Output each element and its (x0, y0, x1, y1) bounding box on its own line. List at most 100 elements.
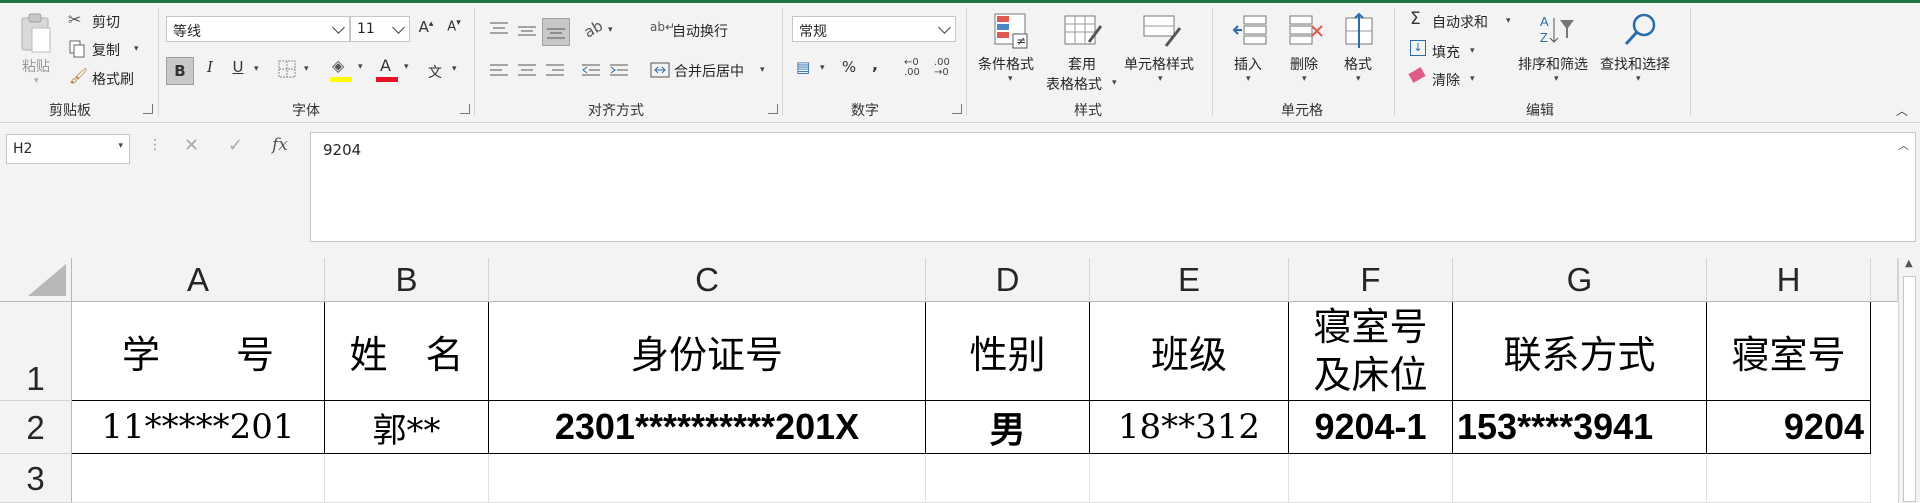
increase-indent-icon[interactable] (608, 62, 630, 80)
grow-font-button[interactable]: A▴ (414, 18, 438, 36)
column-header-b[interactable]: B (325, 258, 489, 302)
cell-d3[interactable] (926, 454, 1090, 503)
find-select-button[interactable]: 查找和选择 ▾ (1600, 10, 1680, 94)
copy-label: 复制 (92, 43, 120, 59)
copy-button[interactable]: 复制 ▾ (68, 38, 148, 60)
align-center-icon[interactable] (516, 62, 538, 80)
insert-function-button[interactable]: fx (272, 135, 288, 155)
drag-handle-icon[interactable]: ⋮ (148, 137, 162, 153)
insert-cells-button[interactable]: 插入 ▾ (1226, 10, 1274, 94)
collapse-ribbon-icon[interactable]: ︿ (1896, 102, 1908, 119)
cell-h3[interactable] (1707, 454, 1871, 503)
align-right-icon[interactable] (544, 62, 566, 80)
align-top-icon[interactable] (488, 20, 510, 38)
vertical-scrollbar[interactable]: ▲ (1898, 258, 1920, 503)
column-header-d[interactable]: D (926, 258, 1090, 302)
expand-formula-icon[interactable]: ︿ (1898, 137, 1909, 153)
column-header-f[interactable]: F (1289, 258, 1453, 302)
formula-input[interactable]: 9204 (310, 132, 1916, 242)
scroll-up-icon[interactable]: ▲ (1905, 258, 1913, 269)
font-launcher-icon[interactable] (460, 104, 470, 114)
conditional-formatting-button[interactable]: ≠ 条件格式 ▾ (976, 10, 1048, 94)
cell-b1[interactable]: 姓 名 (325, 302, 489, 401)
eraser-icon (1408, 67, 1426, 83)
row-header-3[interactable]: 3 (0, 454, 72, 503)
format-painter-button[interactable]: 🖌 格式刷 (68, 67, 148, 89)
conditional-formatting-icon: ≠ (994, 13, 1028, 49)
increase-decimal-icon[interactable]: ←0.00 (904, 58, 920, 78)
font-color-button[interactable]: A ▾ (376, 56, 416, 84)
cell-g1[interactable]: 联系方式 (1453, 302, 1707, 401)
cell-b2[interactable]: 郭** (325, 401, 489, 454)
cell-styles-button[interactable]: 单元格样式 ▾ (1124, 10, 1200, 94)
decrease-decimal-icon[interactable]: .00 →0 (934, 58, 950, 78)
insert-cells-icon (1232, 15, 1267, 45)
align-middle-icon[interactable] (516, 22, 538, 40)
cell-c1[interactable]: 身份证号 (489, 302, 926, 401)
column-header-c[interactable]: C (489, 258, 926, 302)
accounting-format-button[interactable]: ▤ ▾ (796, 58, 832, 80)
decrease-indent-icon[interactable] (580, 62, 602, 80)
column-header-h[interactable]: H (1707, 258, 1871, 302)
sort-filter-button[interactable]: A Z 排序和筛选 ▾ (1518, 10, 1598, 94)
cell-b3[interactable] (325, 454, 489, 503)
orientation-button[interactable]: ab ▾ (581, 17, 620, 42)
column-header-e[interactable]: E (1090, 258, 1289, 302)
merge-center-button[interactable]: 合并后居中 ▾ (650, 60, 770, 82)
number-launcher-icon[interactable] (952, 104, 962, 114)
cell-d1[interactable]: 性别 (926, 302, 1090, 401)
shrink-font-button[interactable]: A▾ (442, 18, 466, 34)
column-header-a[interactable]: A (72, 258, 325, 302)
enter-icon[interactable]: ✓ (228, 135, 243, 156)
align-bottom-icon (547, 28, 565, 39)
cell-c3[interactable] (489, 454, 926, 503)
font-size-combo[interactable]: 11 (350, 16, 410, 42)
row-header-2[interactable]: 2 (0, 401, 72, 454)
fill-color-button[interactable]: ◈ ▾ (330, 56, 370, 84)
cell-d2[interactable]: 男 (926, 401, 1090, 454)
autosum-button[interactable]: Σ 自动求和 ▾ (1408, 9, 1518, 32)
clipboard-launcher-icon[interactable] (143, 104, 153, 114)
cell-e2[interactable]: 18**312 (1090, 401, 1289, 454)
border-button[interactable]: ▾ (278, 60, 314, 80)
percent-button[interactable]: % (838, 58, 860, 76)
comma-button[interactable]: , (866, 56, 884, 74)
cell-a1[interactable]: 学 号 (72, 302, 325, 401)
cell-a2[interactable]: 11*****201 (72, 401, 325, 454)
cell-h1[interactable]: 寝室号 (1707, 302, 1871, 401)
align-bottom-button[interactable] (542, 18, 570, 46)
row-header-1[interactable]: 1 (0, 302, 72, 401)
cell-e1[interactable]: 班级 (1090, 302, 1289, 401)
cell-e3[interactable] (1090, 454, 1289, 503)
delete-cells-button[interactable]: 删除 ▾ (1282, 10, 1330, 94)
italic-button[interactable]: I (198, 58, 222, 76)
number-format-combo[interactable]: 常规 (792, 16, 956, 42)
cell-f2[interactable]: 9204-1 (1289, 401, 1453, 454)
paste-button[interactable]: 粘贴 ▾ (14, 10, 60, 88)
alignment-launcher-icon[interactable] (768, 104, 778, 114)
underline-button[interactable]: U (226, 58, 250, 76)
cell-g3[interactable] (1453, 454, 1707, 503)
cancel-icon[interactable]: ✕ (184, 135, 199, 156)
cell-a3[interactable] (72, 454, 325, 503)
cell-f1[interactable]: 寝室号 及床位 (1289, 302, 1453, 401)
bold-button[interactable]: B (166, 57, 194, 85)
format-as-table-button[interactable]: 套用 表格格式 ▾ (1046, 10, 1120, 94)
font-name-combo[interactable]: 等线 (166, 16, 350, 42)
cell-c2[interactable]: 2301**********201X (489, 401, 926, 454)
format-cells-button[interactable]: 格式 ▾ (1336, 10, 1384, 94)
fill-button[interactable]: ↓ 填充 ▾ (1408, 40, 1498, 62)
cell-g2[interactable]: 153****3941 (1453, 401, 1707, 454)
cell-f3[interactable] (1289, 454, 1453, 503)
phonetic-button[interactable]: 文 ▾ (424, 56, 464, 84)
cut-button[interactable]: ✂ 剪切 (68, 10, 138, 32)
align-left-icon[interactable] (488, 62, 510, 80)
name-box[interactable]: H2 ▾ (6, 134, 130, 164)
clear-button[interactable]: 清除 ▾ (1408, 67, 1498, 90)
select-all-button[interactable] (0, 258, 72, 302)
grid-top-strip (0, 244, 1920, 258)
cell-styles-icon (1143, 15, 1182, 47)
wrap-text-button[interactable]: ab↵ 自动换行 (650, 20, 760, 42)
column-header-g[interactable]: G (1453, 258, 1707, 302)
scrollbar-thumb[interactable] (1903, 276, 1916, 502)
